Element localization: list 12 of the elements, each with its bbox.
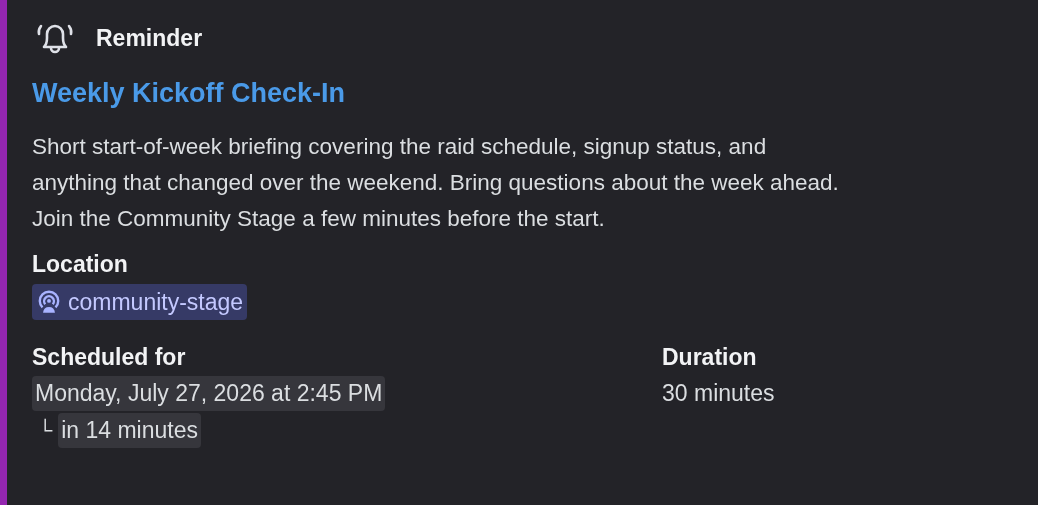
field-label: Scheduled for — [32, 343, 187, 372]
channel-mention[interactable]: community-stage — [32, 284, 248, 320]
event-description: Short start-of-week briefing covering the raid schedule, signup status, and anything that changed over the weekend. Bring questions about the week ahead. Join the Community Stage a few minutes before the start. — [32, 133, 839, 233]
field-label: Duration — [662, 343, 758, 372]
reminder-label: Reminder — [96, 24, 203, 52]
relative-time: in 14 minutes — [58, 413, 201, 448]
location-label: Location — [32, 250, 128, 279]
field-value: 30 minutes — [662, 379, 776, 408]
event-title-link[interactable]: Weekly Kickoff Check-In — [32, 78, 346, 109]
timestamp: Monday, July 27, 2026 at 2:45 PM — [32, 376, 386, 411]
branch-mark: └ — [38, 419, 53, 442]
stage-channel-icon — [36, 289, 62, 315]
